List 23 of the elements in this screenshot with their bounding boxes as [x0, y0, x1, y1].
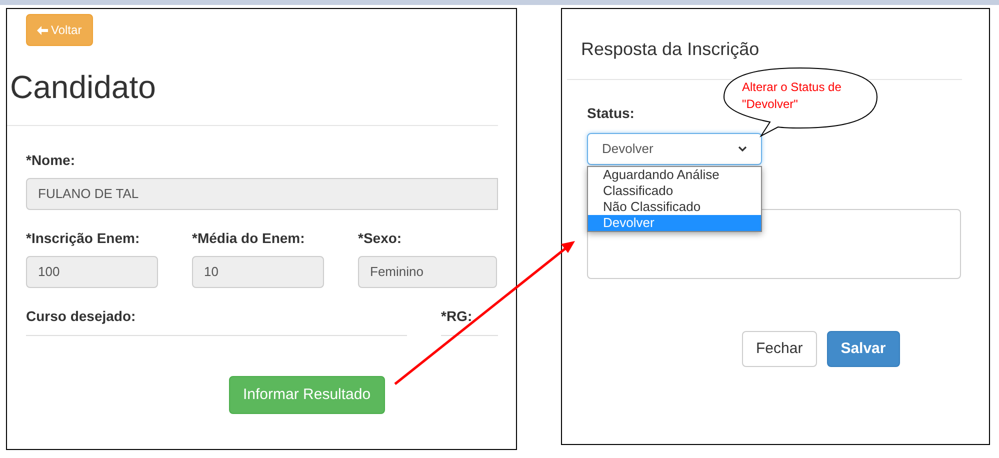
- field-label: Curso desejado:: [26, 307, 137, 326]
- modal-title: Resposta da Inscrição: [581, 38, 760, 61]
- dropdown-option[interactable]: Aguardando Análise: [588, 167, 761, 183]
- close-button[interactable]: Fechar: [742, 331, 817, 367]
- left-arrow-icon: [37, 26, 48, 34]
- input-field[interactable]: 100: [26, 256, 158, 288]
- field-label: *Média do Enem:: [192, 229, 306, 248]
- field-label: Status:: [587, 104, 634, 123]
- field-label: *RG:: [441, 307, 474, 326]
- field-label: *Inscrição Enem:: [26, 229, 141, 248]
- chevron-down-icon: [738, 146, 747, 152]
- page-title: Candidato: [10, 68, 157, 107]
- dropdown-option[interactable]: Classificado: [588, 183, 761, 199]
- input-field[interactable]: Feminino: [358, 256, 497, 288]
- dropdown-option[interactable]: Não Classificado: [588, 199, 761, 215]
- field-label: *Sexo:: [358, 229, 403, 248]
- field-label: *Nome:: [26, 151, 76, 170]
- input-field[interactable]: FULANO DE TAL: [26, 178, 498, 210]
- status-select[interactable]: Devolver: [587, 133, 762, 165]
- input-field[interactable]: 10: [192, 256, 324, 288]
- save-button[interactable]: Salvar: [826, 331, 900, 367]
- dropdown-option[interactable]: Devolver: [588, 215, 761, 231]
- callout-text: Alterar o Status de "Devolver": [742, 79, 842, 113]
